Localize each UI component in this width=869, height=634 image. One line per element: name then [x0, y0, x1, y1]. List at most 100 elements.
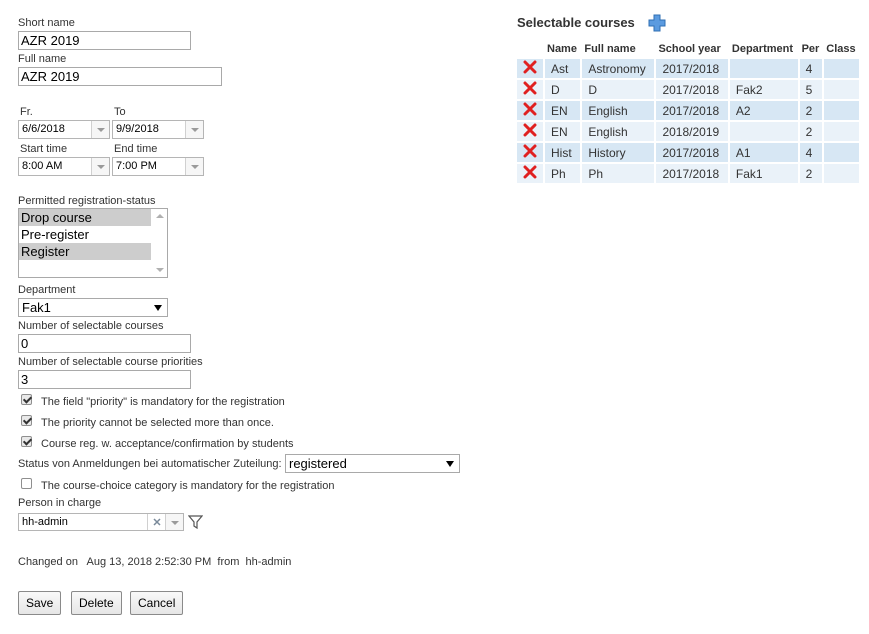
- registration-status-option[interactable]: Pre-register: [19, 226, 151, 243]
- num-priorities-input[interactable]: [18, 370, 191, 389]
- cell-per: 2: [798, 163, 825, 185]
- start-time-label: Start time: [20, 143, 68, 155]
- cell-school-year: 2018/2019: [655, 121, 730, 143]
- registration-status-option[interactable]: Register: [19, 243, 151, 260]
- cell-name: Ast: [544, 59, 583, 80]
- delete-row-cell[interactable]: [517, 79, 545, 101]
- delete-row-cell[interactable]: [517, 142, 545, 164]
- delete-icon[interactable]: [523, 123, 537, 140]
- cell-department: Fak1: [728, 163, 800, 185]
- table-row[interactable]: Ph Ph 2017/2018 Fak1 2: [517, 163, 861, 185]
- listbox-scrollbar[interactable]: [152, 209, 167, 277]
- chevron-down-icon[interactable]: [185, 121, 203, 138]
- changed-from-label: from: [217, 556, 240, 568]
- cell-class: [823, 59, 861, 80]
- delete-row-cell[interactable]: [517, 100, 545, 122]
- clear-icon[interactable]: [147, 514, 166, 530]
- changed-on-label: Changed on: [18, 556, 78, 568]
- delete-icon[interactable]: [523, 102, 537, 119]
- person-in-charge-value: hh-admin: [22, 516, 68, 528]
- table-row[interactable]: EN English 2017/2018 A2 2: [517, 100, 861, 122]
- scroll-down-icon[interactable]: [156, 268, 164, 272]
- cell-department: [728, 121, 800, 143]
- priority-once-label: The priority cannot be selected more tha…: [41, 417, 274, 429]
- auto-status-value: registered: [289, 456, 347, 471]
- courses-header-row: Name Full name School year Department Pe…: [517, 39, 860, 59]
- table-row[interactable]: D D 2017/2018 Fak2 5: [517, 79, 861, 101]
- start-time-value: 8:00 AM: [22, 160, 63, 172]
- cell-class: [823, 142, 861, 164]
- cell-full-name: English: [581, 100, 657, 122]
- department-value: Fak1: [22, 300, 51, 315]
- num-priorities-label: Number of selectable course priorities: [18, 356, 203, 368]
- column-header-department: Department: [731, 43, 794, 55]
- delete-icon[interactable]: [523, 165, 537, 182]
- scroll-up-icon[interactable]: [156, 214, 164, 218]
- priority-mandatory-label: The field "priority" is mandatory for th…: [41, 396, 285, 408]
- priority-once-checkbox[interactable]: [21, 415, 32, 426]
- delete-button[interactable]: Delete: [71, 591, 122, 615]
- dropdown-arrow-icon: [446, 461, 454, 467]
- full-name-input[interactable]: [18, 67, 222, 86]
- to-date-value: 9/9/2018: [116, 123, 159, 135]
- dropdown-arrow-icon: [154, 305, 162, 311]
- department-label: Department: [18, 284, 76, 296]
- table-row[interactable]: EN English 2018/2019 2: [517, 121, 861, 143]
- cell-school-year: 2017/2018: [655, 59, 730, 80]
- category-mandatory-checkbox[interactable]: [21, 478, 32, 489]
- auto-status-select[interactable]: registered: [285, 454, 460, 473]
- cell-class: [823, 121, 861, 143]
- cell-class: [823, 79, 861, 101]
- cell-per: 4: [798, 59, 825, 80]
- column-header-class: Class: [826, 43, 856, 55]
- num-courses-input[interactable]: [18, 334, 191, 353]
- add-course-icon[interactable]: [648, 14, 666, 35]
- from-date-combo[interactable]: 6/6/2018: [18, 120, 110, 139]
- auto-status-label: Status von Anmeldungen bei automatischer…: [18, 458, 282, 470]
- cell-name: Ph: [544, 163, 583, 185]
- chevron-down-icon[interactable]: [185, 158, 203, 175]
- filter-icon[interactable]: [187, 515, 204, 532]
- cell-class: [823, 100, 861, 122]
- person-in-charge-combo[interactable]: hh-admin: [18, 513, 184, 531]
- cell-full-name: D: [581, 79, 657, 101]
- delete-column-header: [517, 39, 544, 59]
- priority-mandatory-checkbox[interactable]: [21, 394, 32, 405]
- registration-status-listbox[interactable]: Drop course Pre-register Register: [18, 208, 168, 278]
- table-row[interactable]: Ast Astronomy 2017/2018 4: [517, 59, 861, 80]
- department-select[interactable]: Fak1: [18, 298, 168, 317]
- changed-timestamp: Aug 13, 2018 2:52:30 PM: [86, 556, 212, 568]
- chevron-down-icon[interactable]: [165, 514, 183, 530]
- from-date-label: Fr.: [20, 106, 33, 118]
- cancel-button[interactable]: Cancel: [130, 591, 184, 615]
- delete-row-cell[interactable]: [517, 121, 545, 143]
- end-time-value: 7:00 PM: [116, 160, 157, 172]
- registration-status-label: Permitted registration-status: [18, 195, 156, 207]
- end-time-combo[interactable]: 7:00 PM: [112, 157, 204, 176]
- column-header-school-year: School year: [658, 43, 721, 55]
- confirmation-checkbox[interactable]: [21, 436, 32, 447]
- full-name-label: Full name: [18, 53, 67, 65]
- delete-icon[interactable]: [523, 81, 537, 98]
- confirmation-label: Course reg. w. acceptance/confirmation b…: [41, 438, 294, 450]
- cell-school-year: 2017/2018: [655, 142, 730, 164]
- column-header-full-name: Full name: [584, 43, 636, 55]
- selectable-courses-title: Selectable courses: [517, 15, 635, 30]
- cell-name: Hist: [544, 142, 583, 164]
- delete-row-cell[interactable]: [517, 59, 545, 80]
- delete-icon[interactable]: [523, 144, 537, 161]
- registration-status-option[interactable]: Drop course: [19, 209, 151, 226]
- delete-row-cell[interactable]: [517, 163, 545, 185]
- save-button[interactable]: Save: [18, 591, 62, 615]
- chevron-down-icon[interactable]: [91, 121, 109, 138]
- cell-department: A2: [728, 100, 800, 122]
- delete-icon[interactable]: [523, 60, 537, 77]
- short-name-input[interactable]: [18, 31, 191, 50]
- cell-name: EN: [544, 100, 583, 122]
- short-name-label: Short name: [18, 17, 75, 29]
- start-time-combo[interactable]: 8:00 AM: [18, 157, 110, 176]
- cell-per: 2: [798, 100, 825, 122]
- table-row[interactable]: Hist History 2017/2018 A1 4: [517, 142, 861, 164]
- chevron-down-icon[interactable]: [91, 158, 109, 175]
- to-date-combo[interactable]: 9/9/2018: [112, 120, 204, 139]
